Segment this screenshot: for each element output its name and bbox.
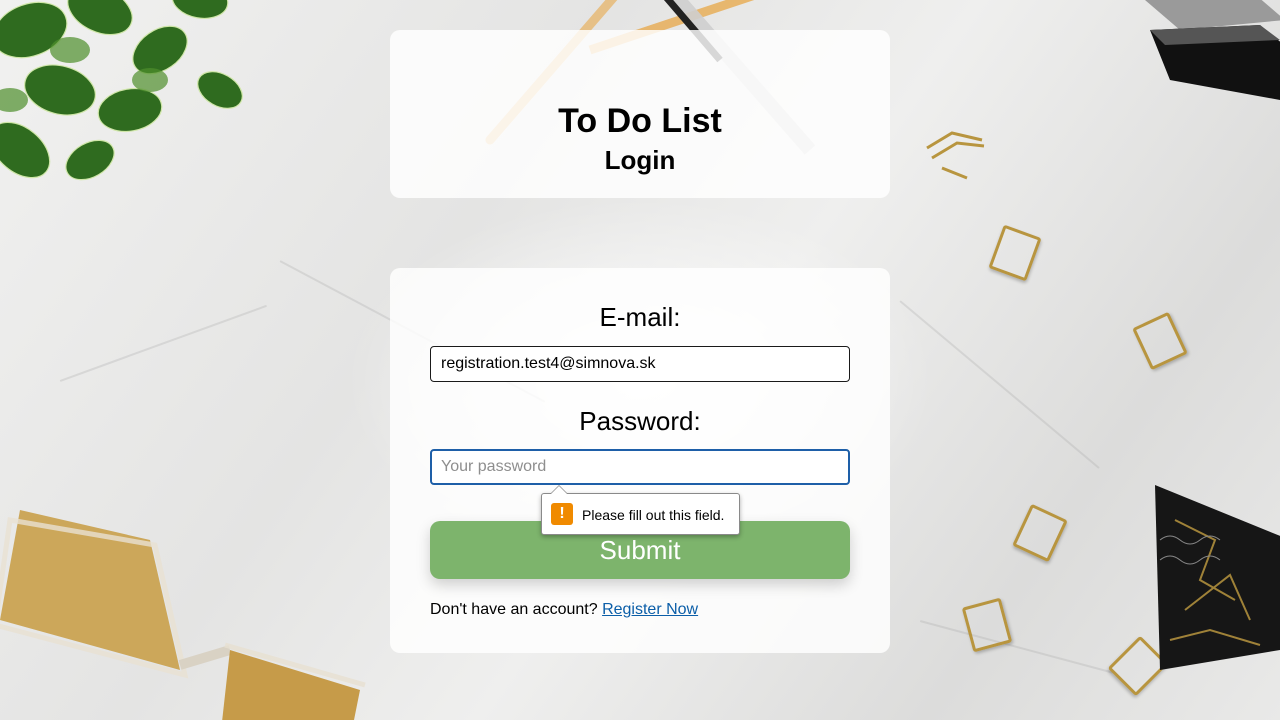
paper-clip-decoration (1012, 503, 1068, 563)
warning-icon: ! (551, 503, 573, 525)
register-prompt-row: Don't have an account? Register Now (430, 601, 698, 619)
plant-decoration (0, 0, 243, 181)
cube-decoration (1145, 0, 1280, 100)
validation-message: Please fill out this field. (582, 507, 725, 523)
header-card: To Do List Login (390, 30, 890, 198)
validation-tooltip: ! Please fill out this field. (541, 485, 740, 535)
marble-vein (919, 620, 1114, 674)
paper-clip-decoration (1132, 311, 1188, 371)
email-input[interactable] (430, 346, 850, 382)
hourglass-decoration (0, 510, 366, 720)
paper-clip-decoration (988, 224, 1042, 282)
register-now-link[interactable]: Register Now (602, 601, 698, 618)
page-subtitle: Login (604, 145, 676, 175)
password-label: Password: (579, 406, 701, 436)
app-title: To Do List (558, 102, 722, 140)
binder-clip-decoration (926, 131, 985, 180)
email-label: E-mail: (599, 302, 681, 332)
password-input[interactable] (430, 449, 850, 485)
marble-vein (59, 304, 268, 382)
marble-vein (899, 300, 1100, 469)
register-prompt-text: Don't have an account? (430, 601, 598, 618)
pyramid-decoration (1155, 485, 1280, 670)
login-form: E-mail: Password: Submit Don't have an a… (390, 268, 890, 653)
